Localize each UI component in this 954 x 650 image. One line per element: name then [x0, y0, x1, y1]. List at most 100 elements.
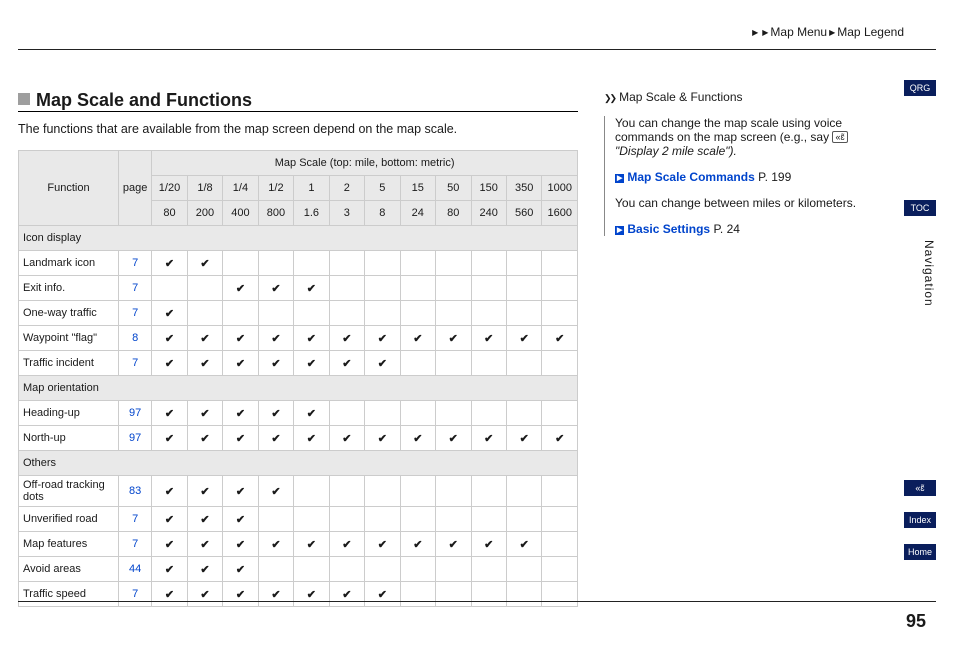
page-link[interactable]: 7	[132, 357, 138, 369]
link-map-scale-commands[interactable]: Map Scale Commands	[615, 170, 755, 184]
check-icon: ✔	[200, 333, 209, 345]
check-icon: ✔	[271, 486, 280, 498]
check-icon: ✔	[236, 539, 245, 551]
check-icon: ✔	[484, 539, 493, 551]
check-icon: ✔	[413, 539, 422, 551]
table-row: North-up97✔✔✔✔✔✔✔✔✔✔✔✔	[19, 426, 578, 451]
check-icon: ✔	[271, 358, 280, 370]
page-link[interactable]: 44	[129, 563, 141, 575]
check-icon: ✔	[236, 589, 245, 601]
nav-voice-button[interactable]: «ɛ̃	[904, 480, 936, 496]
page-link[interactable]: 7	[132, 257, 138, 269]
check-icon: ✔	[165, 258, 174, 270]
check-icon: ✔	[413, 333, 422, 345]
check-icon: ✔	[200, 589, 209, 601]
table-row: Traffic speed7✔✔✔✔✔✔✔	[19, 582, 578, 607]
heading-bullet-icon	[18, 93, 30, 105]
check-icon: ✔	[378, 358, 387, 370]
check-icon: ✔	[200, 258, 209, 270]
check-icon: ✔	[378, 433, 387, 445]
check-icon: ✔	[236, 283, 245, 295]
check-icon: ✔	[342, 539, 351, 551]
table-row: Exit info.7✔✔✔	[19, 276, 578, 301]
check-icon: ✔	[236, 433, 245, 445]
check-icon: ✔	[200, 433, 209, 445]
link-basic-settings[interactable]: Basic Settings	[615, 222, 710, 236]
sidebar-p1: You can change the map scale using voice…	[615, 116, 884, 158]
check-icon: ✔	[413, 433, 422, 445]
check-icon: ✔	[236, 514, 245, 526]
page-link[interactable]: 7	[132, 282, 138, 294]
check-icon: ✔	[200, 486, 209, 498]
page-link[interactable]: 97	[129, 432, 141, 444]
nav-qrg-button[interactable]: QRG	[904, 80, 936, 96]
check-icon: ✔	[165, 486, 174, 498]
check-icon: ✔	[271, 408, 280, 420]
check-icon: ✔	[200, 539, 209, 551]
check-icon: ✔	[520, 433, 529, 445]
check-icon: ✔	[307, 589, 316, 601]
breadcrumb: Map MenuMap Legend	[750, 25, 904, 39]
table-row: Waypoint "flag"8✔✔✔✔✔✔✔✔✔✔✔✔	[19, 326, 578, 351]
table-row: Unverified road7✔✔✔	[19, 507, 578, 532]
check-icon: ✔	[378, 539, 387, 551]
check-icon: ✔	[555, 433, 564, 445]
check-icon: ✔	[165, 333, 174, 345]
check-icon: ✔	[342, 433, 351, 445]
check-icon: ✔	[307, 408, 316, 420]
check-icon: ✔	[200, 514, 209, 526]
check-icon: ✔	[165, 539, 174, 551]
check-icon: ✔	[236, 358, 245, 370]
nav-toc-button[interactable]: TOC	[904, 200, 936, 216]
sidebar-p2: You can change between miles or kilomete…	[615, 196, 884, 210]
section-heading: Map Scale and Functions	[18, 90, 578, 112]
check-icon: ✔	[271, 333, 280, 345]
voice-icon: «ɛ̃	[832, 131, 847, 143]
page-number: 95	[906, 611, 926, 632]
nav-home-button[interactable]: Home	[904, 544, 936, 560]
table-section-header: Map orientation	[19, 376, 578, 401]
check-icon: ✔	[307, 358, 316, 370]
check-icon: ✔	[449, 539, 458, 551]
check-icon: ✔	[236, 486, 245, 498]
check-icon: ✔	[236, 333, 245, 345]
section-label: Navigation	[922, 240, 936, 307]
nav-index-button[interactable]: Index	[904, 512, 936, 528]
sidebar-heading: Map Scale & Functions	[604, 90, 884, 104]
check-icon: ✔	[165, 433, 174, 445]
check-icon: ✔	[342, 333, 351, 345]
page-link[interactable]: 83	[129, 485, 141, 497]
check-icon: ✔	[484, 333, 493, 345]
table-row: Traffic incident7✔✔✔✔✔✔✔	[19, 351, 578, 376]
page-link[interactable]: 7	[132, 307, 138, 319]
check-icon: ✔	[236, 408, 245, 420]
check-icon: ✔	[271, 589, 280, 601]
check-icon: ✔	[378, 333, 387, 345]
table-row: Avoid areas44✔✔✔	[19, 557, 578, 582]
page-link[interactable]: 7	[132, 513, 138, 525]
check-icon: ✔	[307, 433, 316, 445]
page-link[interactable]: 97	[129, 407, 141, 419]
page-link[interactable]: 7	[132, 538, 138, 550]
check-icon: ✔	[307, 333, 316, 345]
page-link[interactable]: 7	[132, 588, 138, 600]
check-icon: ✔	[271, 539, 280, 551]
table-row: Landmark icon7✔✔	[19, 251, 578, 276]
table-section-header: Icon display	[19, 226, 578, 251]
intro-text: The functions that are available from th…	[18, 122, 578, 136]
check-icon: ✔	[165, 514, 174, 526]
check-icon: ✔	[342, 358, 351, 370]
page-link[interactable]: 8	[132, 332, 138, 344]
check-icon: ✔	[271, 283, 280, 295]
check-icon: ✔	[449, 433, 458, 445]
check-icon: ✔	[484, 433, 493, 445]
check-icon: ✔	[307, 539, 316, 551]
check-icon: ✔	[165, 564, 174, 576]
scale-function-table: FunctionpageMap Scale (top: mile, bottom…	[18, 150, 578, 607]
check-icon: ✔	[236, 564, 245, 576]
check-icon: ✔	[165, 408, 174, 420]
check-icon: ✔	[165, 589, 174, 601]
check-icon: ✔	[520, 539, 529, 551]
check-icon: ✔	[165, 308, 174, 320]
check-icon: ✔	[165, 358, 174, 370]
